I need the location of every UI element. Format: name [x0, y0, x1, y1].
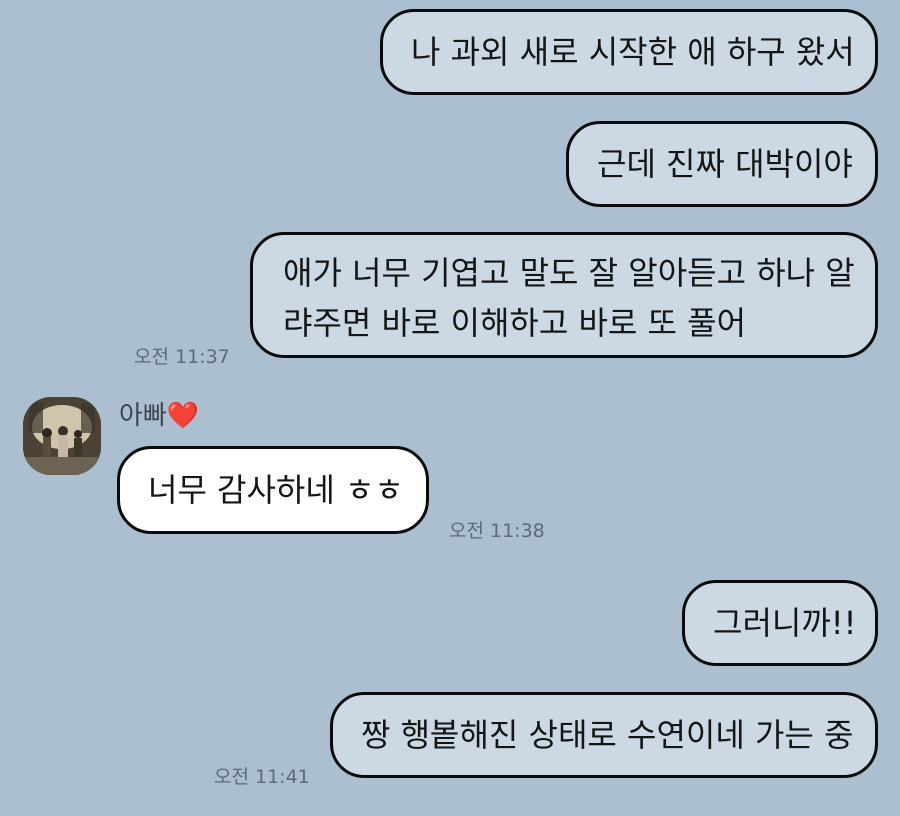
- sent-message-bubble[interactable]: 짱 행봍해진 상태로 수연이네 가는 중: [330, 692, 878, 778]
- message-text: 나 과외 새로 시작한 애 하구 왔서: [411, 33, 855, 71]
- avatar-photo-icon: [23, 397, 101, 475]
- message-text: 근데 진짜 대박이야: [597, 145, 853, 183]
- sent-message-bubble[interactable]: 나 과외 새로 시작한 애 하구 왔서: [380, 9, 878, 95]
- heart-icon: ❤️: [166, 401, 200, 431]
- message-text-line-1: 애가 너무 기엽고 말도 잘 알아듣고 하나 알: [283, 254, 855, 292]
- message-timestamp: 오전 11:41: [214, 766, 310, 788]
- sender-name: 아빠❤️: [119, 395, 199, 432]
- message-timestamp: 오전 11:37: [134, 346, 230, 368]
- message-text: 너무 감사하네 ㅎㅎ: [148, 471, 404, 509]
- message-text: 짱 행봍해진 상태로 수연이네 가는 중: [361, 716, 854, 754]
- sender-name-text: 아빠: [119, 401, 167, 431]
- message-text-line-2: 랴주면 바로 이해하고 바로 또 풀어: [283, 304, 747, 342]
- sent-message-bubble[interactable]: 그러니까!!: [682, 580, 878, 666]
- message-timestamp: 오전 11:38: [449, 520, 545, 542]
- received-message-bubble[interactable]: 너무 감사하네 ㅎㅎ: [117, 446, 429, 534]
- message-text: 그러니까!!: [713, 604, 857, 642]
- sent-message-bubble[interactable]: 근데 진짜 대박이야: [566, 121, 878, 207]
- sender-avatar[interactable]: [23, 397, 101, 475]
- sent-message-bubble[interactable]: 애가 너무 기엽고 말도 잘 알아듣고 하나 알 랴주면 바로 이해하고 바로 …: [250, 232, 878, 358]
